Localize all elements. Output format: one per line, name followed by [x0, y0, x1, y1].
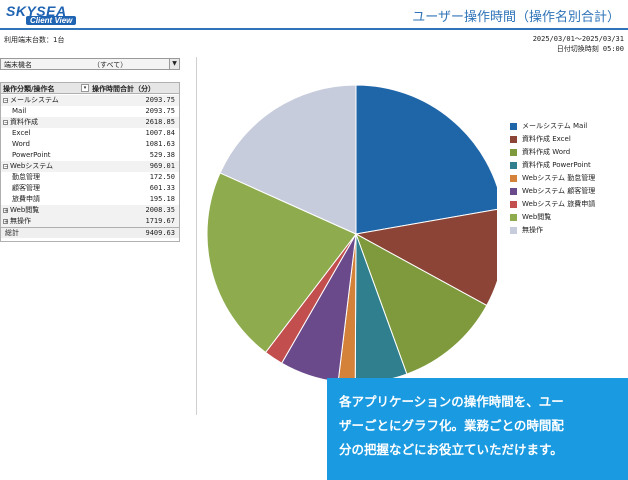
report-meta: 2025/03/01～2025/03/31 日付切換時刻 05:00 [533, 34, 624, 54]
row-value: 1081.63 [145, 140, 175, 148]
row-name: Excel [12, 129, 31, 137]
row-name: 総計 [5, 229, 19, 237]
chevron-down-icon[interactable]: ▼ [169, 59, 179, 69]
brand-logo: SKYSEA Client View [6, 3, 86, 27]
legend-swatch [510, 123, 517, 130]
legend-label: 資料作成 Excel [522, 135, 571, 143]
legend-label: Webシステム 勤怠管理 [522, 174, 596, 182]
row-name: Mail [12, 107, 27, 115]
row-value: 529.38 [149, 151, 175, 159]
legend-swatch [510, 188, 517, 195]
table-row: PowerPoint 529.38 [1, 150, 179, 161]
summary-table: 操作分類/操作名 ▾ 操作時間合計（分） − メールシステム 2093.75 Mail… [0, 82, 180, 242]
table-row: Word 1081.63 [1, 139, 179, 150]
legend-label: Webシステム 旅費申請 [522, 200, 596, 208]
filter-value: （すべて） [93, 61, 128, 69]
table-total-row: 総計 9409.63 [1, 227, 179, 238]
expand-icon[interactable]: + [3, 219, 8, 225]
table-row[interactable]: − 資料作成 2618.85 [1, 117, 179, 128]
row-name: Web閲覧 [10, 206, 40, 214]
pie-slice [355, 84, 497, 235]
filter-label: 端末機名 [4, 61, 32, 69]
table-header: 操作分類/操作名 ▾ 操作時間合計（分） [1, 83, 179, 94]
column-header-value: 操作時間合計（分） [92, 85, 155, 93]
callout-line: 各アプリケーションの操作時間を、ユー [339, 394, 564, 409]
table-row[interactable]: − メールシステム 2093.75 [1, 95, 179, 106]
row-value: 2618.85 [145, 118, 175, 126]
table-row: Excel 1007.84 [1, 128, 179, 139]
collapse-icon[interactable]: − [3, 164, 8, 170]
collapse-icon[interactable]: − [3, 98, 8, 104]
header-bar: SKYSEA Client View ユーザー操作時間（操作名別合計） [0, 0, 628, 30]
row-value: 2093.75 [145, 107, 175, 115]
legend-label: Webシステム 顧客管理 [522, 187, 596, 195]
promo-callout: 各アプリケーションの操作時間を、ユー ザーごとにグラフ化。業務ごとの時間配 分の… [327, 378, 628, 480]
row-name: Webシステム [10, 162, 54, 170]
legend-swatch [510, 214, 517, 221]
table-row: 勤怠管理 172.50 [1, 172, 179, 183]
table-row: Mail 2093.75 [1, 106, 179, 117]
legend-label: 無操作 [522, 226, 543, 234]
brand-sub: Client View [26, 16, 77, 25]
legend-swatch [510, 227, 517, 234]
row-name: 無操作 [10, 217, 31, 225]
table-row: 旅費申請 195.18 [1, 194, 179, 205]
legend-swatch [510, 201, 517, 208]
row-name: 勤怠管理 [12, 173, 40, 181]
row-value: 2008.35 [145, 206, 175, 214]
row-value: 1719.67 [145, 217, 175, 225]
collapse-icon[interactable]: − [3, 120, 8, 126]
row-value: 2093.75 [145, 96, 175, 104]
legend-swatch [510, 162, 517, 169]
page-title: ユーザー操作時間（操作名別合計） [412, 10, 620, 25]
legend-label: 資料作成 PowerPoint [522, 161, 591, 169]
legend-swatch [510, 136, 517, 143]
row-value: 1007.84 [145, 129, 175, 137]
table-row[interactable]: − Webシステム 969.01 [1, 161, 179, 172]
table-row: 顧客管理 601.33 [1, 183, 179, 194]
pie-chart [206, 84, 497, 384]
row-value: 172.50 [149, 173, 175, 181]
date-range: 2025/03/01～2025/03/31 [532, 35, 624, 43]
row-name: メールシステム [10, 96, 59, 104]
callout-line: 分の把握などにお役立ていただけます。 [339, 442, 563, 457]
row-name: Word [12, 140, 30, 148]
row-value: 601.33 [149, 184, 175, 192]
row-value: 9409.63 [145, 229, 175, 237]
cutoff-time: 日付切換時刻 05:00 [556, 45, 624, 53]
callout-line: ザーごとにグラフ化。業務ごとの時間配 [339, 418, 564, 433]
row-name: 旅費申請 [12, 195, 40, 203]
expand-icon[interactable]: + [3, 208, 8, 214]
row-name: 資料作成 [10, 118, 38, 126]
table-row[interactable]: + Web閲覧 2008.35 [1, 205, 179, 216]
legend-swatch [510, 175, 517, 182]
column-header-name: 操作分類/操作名 [3, 85, 55, 93]
terminal-count: 利用端末台数：1台 [4, 36, 65, 44]
legend-label: Web閲覧 [522, 213, 552, 221]
row-name: PowerPoint [12, 151, 51, 159]
row-value: 195.18 [149, 195, 175, 203]
row-value: 969.01 [149, 162, 175, 170]
legend-label: 資料作成 Word [522, 148, 571, 156]
legend-label: メールシステム Mail [522, 122, 588, 130]
legend-swatch [510, 149, 517, 156]
table-row[interactable]: + 無操作 1719.67 [1, 216, 179, 227]
terminal-filter[interactable]: 端末機名 （すべて） ▼ [0, 58, 180, 70]
chart-panel: メールシステム Mail 資料作成 Excel 資料作成 Word 資料作成 Powe… [196, 57, 628, 415]
sort-icon[interactable]: ▾ [81, 84, 89, 92]
row-name: 顧客管理 [12, 184, 40, 192]
